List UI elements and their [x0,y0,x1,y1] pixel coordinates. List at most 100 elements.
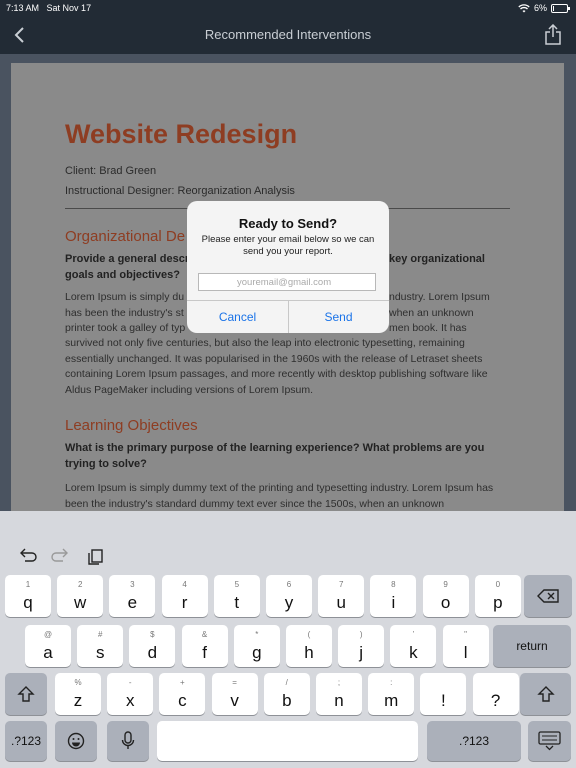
key-label: z [73,691,83,710]
key-label: f [202,643,207,662]
key-alt-label: 5 [234,580,240,589]
key-alt-label: @ [43,630,53,639]
microphone-key[interactable] [107,721,149,761]
key-?[interactable]: ? [472,673,519,715]
cancel-button[interactable]: Cancel [187,301,288,333]
key-h[interactable]: (h [286,625,332,667]
key-alt-label: ( [307,630,311,639]
section-question: key organizational [389,253,485,265]
client-line: Client: Brad Green [65,165,157,177]
key-alt-label: : [390,678,393,687]
key-label: .?123 [458,734,490,748]
key-label: i [391,593,396,612]
numbers-key-right[interactable]: .?123 [427,721,521,761]
key-label: l [463,643,468,662]
key-u[interactable]: 7u [318,575,365,617]
key-![interactable]: ! [420,673,467,715]
key-i[interactable]: 8i [370,575,417,617]
keyboard-dismiss-key[interactable] [528,721,571,761]
backspace-icon [537,589,559,603]
key-w[interactable]: 2w [57,575,104,617]
key-label: u [336,593,346,612]
send-button[interactable]: Send [288,301,389,333]
key-alt-label: - [128,678,132,687]
key-alt-label: & [201,630,208,639]
key-o[interactable]: 9o [422,575,469,617]
key-b[interactable]: / b [263,673,310,715]
section-heading: Learning Objectives [65,417,198,434]
key-alt-label: ) [359,630,363,639]
key-alt-label: 1 [25,580,31,589]
send-dialog: Ready to Send? Please enter your email b… [187,201,389,333]
key-label: ? [490,691,501,710]
key-r[interactable]: 4r [161,575,208,617]
numbers-key-left[interactable]: .?123 [5,721,47,761]
shift-key-right[interactable] [520,673,571,715]
key-label: k [409,643,418,662]
key-y[interactable]: 6y [266,575,312,617]
key-alt-label: " [464,630,468,639]
key-n[interactable]: ; n [316,673,362,715]
key-label: s [95,643,105,662]
backspace-key[interactable] [524,575,572,617]
key-p[interactable]: 0p [474,575,521,617]
microphone-icon [121,731,135,749]
shift-key-left[interactable] [5,673,47,715]
key-g[interactable]: * g [233,625,280,667]
email-field[interactable] [198,273,376,291]
key-alt-label: 3 [130,580,135,589]
emoji-key[interactable] [55,721,97,761]
key-alt-label: ; [337,678,341,687]
key-alt-label: 7 [338,580,344,589]
undo-icon[interactable] [17,546,37,566]
key-label: return [516,639,548,653]
key-alt-label: 2 [77,580,83,589]
keyboard-dismiss-icon [538,731,561,751]
key-x[interactable]: -x [107,673,154,715]
key-alt-label: * [255,630,259,639]
body-text: survived not only five centuries, but al… [65,337,488,396]
key-s[interactable]: # s [77,625,124,667]
key-z[interactable]: % z [55,673,101,715]
key-label: d [147,643,158,662]
shift-icon [536,686,555,702]
key-f[interactable]: & f [181,625,228,667]
key-a[interactable]: @ a [25,625,71,667]
key-e[interactable]: 3e [109,575,156,617]
share-icon[interactable] [544,24,562,46]
battery-icon [551,3,570,13]
status-time: 7:13 AM Sat Nov 17 [6,3,92,13]
key-m[interactable]: :m [368,673,415,715]
dialog-message: Please enter your email below so we can … [201,234,375,257]
key-k[interactable]: ’ k [390,625,437,667]
key-t[interactable]: 5t [213,575,260,617]
key-label: m [384,691,399,710]
key-j[interactable]: ) j [338,625,385,667]
key-alt-label: % [74,678,82,687]
key-label: r [181,593,188,612]
key-alt-label: 9 [443,580,448,589]
return-key[interactable]: return [493,625,571,667]
emoji-icon [67,732,85,750]
key-alt-label: 4 [182,580,187,589]
paste-icon[interactable] [86,546,106,566]
key-label: g [252,643,262,662]
key-alt-label: $ [150,630,155,639]
key-label: x [125,691,135,710]
section-heading: Organizational De [65,228,186,245]
battery-percent: 6% [533,3,547,13]
designer-line: Instructional Designer: Reorganization A… [65,185,295,197]
key-q[interactable]: 1q [5,575,51,617]
key-d[interactable]: $ d [129,625,176,667]
section-question: What is the primary purpose of the learn… [65,442,485,470]
wifi-icon [518,3,530,12]
key-l[interactable]: " l [442,625,489,667]
key-c[interactable]: + c [159,673,206,715]
key-label: .?123 [10,734,42,748]
space-key[interactable] [157,721,418,761]
key-label: j [359,643,364,662]
key-label: p [493,593,503,612]
key-v[interactable]: = v [211,673,258,715]
redo-icon[interactable] [51,546,71,566]
status-bar: 7:13 AM Sat Nov 17 6% [0,0,576,16]
